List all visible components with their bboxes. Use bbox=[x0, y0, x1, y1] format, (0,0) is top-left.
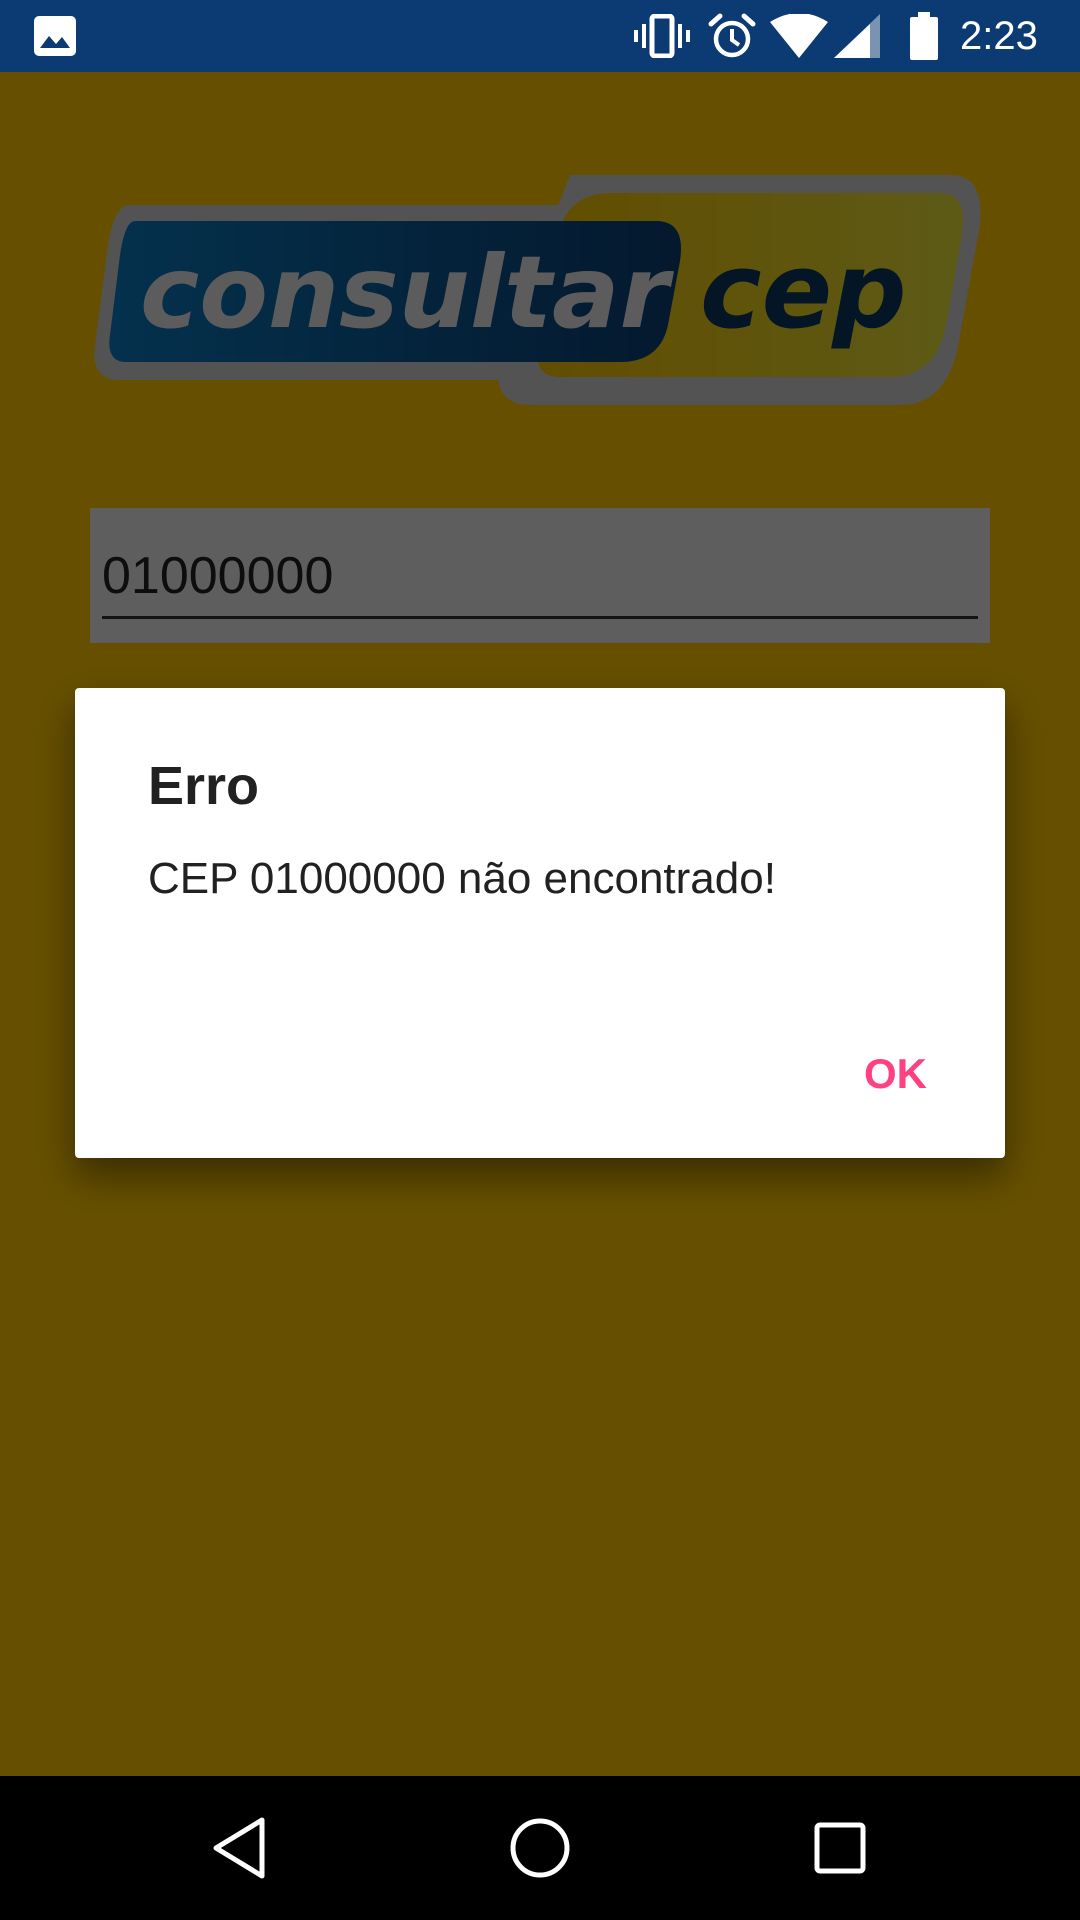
alarm-icon bbox=[708, 13, 756, 58]
home-icon[interactable] bbox=[504, 1812, 576, 1884]
navigation-bar bbox=[0, 1776, 1080, 1920]
battery-icon bbox=[910, 12, 938, 60]
status-bar: 2:23 bbox=[0, 0, 1080, 72]
status-time: 2:23 bbox=[960, 14, 1038, 58]
dialog-title: Erro bbox=[148, 756, 260, 816]
ok-button[interactable]: OK bbox=[864, 1048, 927, 1100]
wifi-icon bbox=[770, 14, 828, 58]
dialog-message: CEP 01000000 não encontrado! bbox=[148, 854, 776, 903]
back-icon[interactable] bbox=[204, 1812, 276, 1884]
gallery-notification-icon bbox=[34, 16, 76, 56]
error-dialog: Erro CEP 01000000 não encontrado! OK bbox=[75, 688, 1005, 1158]
recents-icon[interactable] bbox=[804, 1812, 876, 1884]
cell-signal-icon bbox=[834, 14, 880, 58]
screen: 2:23 consultar cep 01000000 Erro bbox=[0, 0, 1080, 1920]
vibrate-icon bbox=[634, 14, 690, 58]
